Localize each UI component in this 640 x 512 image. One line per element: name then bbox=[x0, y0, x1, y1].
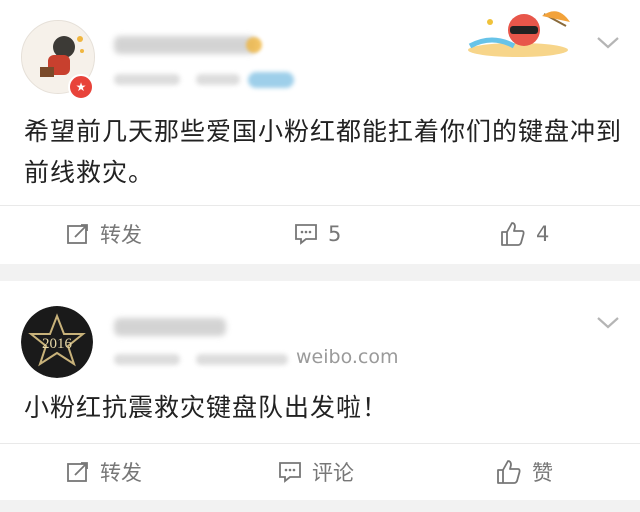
comment-icon bbox=[279, 462, 301, 483]
card-decoration-icon bbox=[468, 11, 570, 57]
post-text: 小粉红抗震救灾键盘队出发啦！ bbox=[24, 393, 389, 422]
repost-icon bbox=[67, 224, 88, 244]
comment-icon bbox=[295, 224, 317, 245]
repost-button[interactable]: 转发 bbox=[66, 456, 142, 488]
post-card-1: ★ 希望前几天那些爱国小粉红都能扛着你们的键盘冲到前线救灾。 转发 5 4 bbox=[0, 0, 640, 264]
member-icon bbox=[246, 37, 262, 53]
like-icon bbox=[501, 222, 525, 246]
repost-label: 转发 bbox=[100, 223, 142, 247]
chevron-down-icon[interactable] bbox=[596, 316, 620, 330]
source-redacted bbox=[196, 354, 288, 365]
comment-button[interactable]: 评论 bbox=[278, 456, 354, 488]
repost-button[interactable]: 转发 bbox=[66, 218, 142, 250]
cloud-icon bbox=[248, 72, 294, 88]
username-redacted[interactable] bbox=[114, 318, 226, 336]
timestamp-redacted bbox=[114, 354, 180, 365]
comment-count: 5 bbox=[328, 222, 342, 246]
comment-button[interactable]: 5 bbox=[294, 218, 341, 250]
username-redacted[interactable] bbox=[114, 36, 256, 54]
divider bbox=[0, 443, 640, 444]
like-count: 4 bbox=[536, 222, 550, 246]
repost-icon bbox=[67, 462, 88, 482]
chevron-down-icon[interactable] bbox=[596, 36, 620, 50]
like-button[interactable]: 4 bbox=[500, 218, 549, 250]
repost-label: 转发 bbox=[100, 461, 142, 485]
source-link[interactable]: weibo.com bbox=[296, 346, 398, 368]
timestamp-redacted bbox=[114, 74, 180, 85]
verified-badge-icon: ★ bbox=[68, 74, 94, 100]
avatar[interactable]: 2016 bbox=[21, 306, 93, 378]
source-redacted bbox=[196, 74, 240, 85]
post-text: 希望前几天那些爱国小粉红都能扛着你们的键盘冲到前线救灾。 bbox=[24, 117, 623, 187]
divider bbox=[0, 205, 640, 206]
like-button[interactable]: 赞 bbox=[496, 456, 553, 488]
like-icon bbox=[497, 460, 521, 484]
like-label: 赞 bbox=[532, 461, 553, 485]
avatar-label: 2016 bbox=[42, 336, 73, 352]
comment-label: 评论 bbox=[312, 461, 354, 485]
